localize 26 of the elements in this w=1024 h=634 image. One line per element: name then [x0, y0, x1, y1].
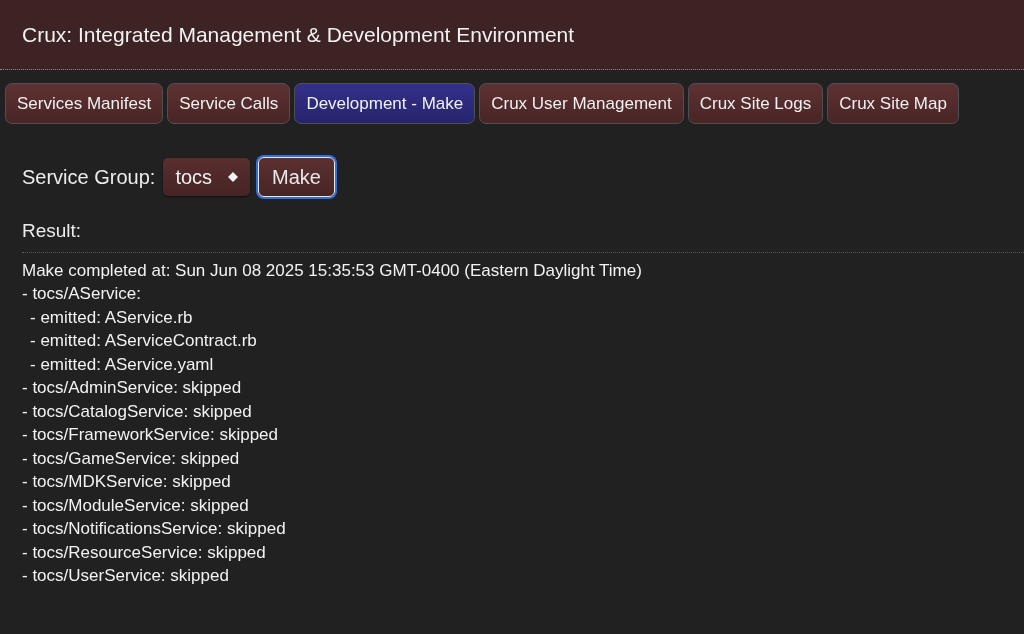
log-line: - tocs/ModuleService: skipped	[22, 495, 249, 515]
log-line: - tocs/FrameworkService: skipped	[22, 425, 279, 444]
result-heading: Result:	[22, 220, 82, 241]
service-group-select[interactable]: tocs	[163, 158, 251, 196]
nav-tab[interactable]: Development - Make	[294, 83, 476, 124]
log-line: - tocs/NotificationsService: skipped	[22, 519, 286, 538]
make-button[interactable]: Make	[258, 157, 335, 197]
log-line: - tocs/MDKService: skipped	[22, 472, 231, 491]
log-line: - emitted: AServiceContract.rb	[30, 331, 257, 350]
log-line: - emitted: AService.yaml	[30, 354, 214, 374]
nav-tab[interactable]: Crux User Management	[479, 83, 684, 124]
log-line: - tocs/GameService: skipped	[22, 448, 240, 468]
log-line: - emitted: AService.rb	[30, 307, 193, 327]
service-group-label: Service Group:	[22, 165, 156, 190]
nav-tab[interactable]: Crux Site Logs	[687, 83, 824, 124]
log-line: - tocs/AdminService: skipped	[22, 378, 242, 397]
log-line: Make completed at: Sun Jun 08 2025 15:35:53 GMT-0400 (Eastern Daylight Time)	[22, 260, 642, 280]
nav-tab[interactable]: Services Manifest	[5, 83, 164, 124]
nav-tab[interactable]: Service Calls	[167, 83, 291, 124]
log-line: - tocs/AService:	[22, 284, 142, 303]
log-line: - tocs/UserService: skipped	[22, 566, 229, 585]
log-line: - tocs/CatalogService: skipped	[22, 401, 252, 421]
app-title: Crux: Integrated Management & Development Environment	[22, 21, 575, 48]
nav-tab[interactable]: Crux Site Map	[827, 83, 959, 124]
log-line: - tocs/ResourceService: skipped	[22, 542, 266, 562]
diamond-icon	[228, 172, 239, 182]
